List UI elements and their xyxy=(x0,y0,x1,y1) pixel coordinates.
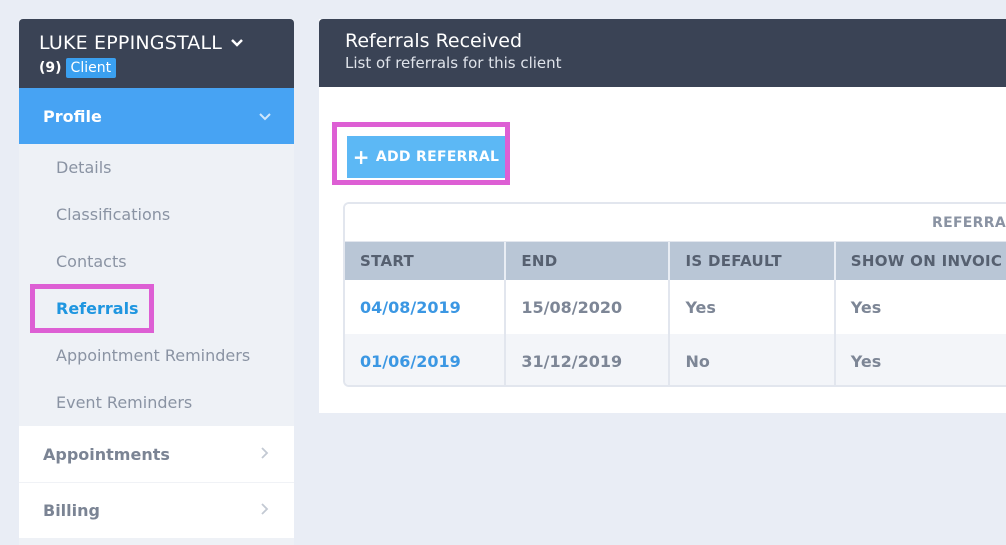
referral-start-link[interactable]: 04/08/2019 xyxy=(345,280,507,334)
referrals-panel: Referrals Received List of referrals for… xyxy=(319,19,1006,413)
referral-show-on-invoice: Yes xyxy=(834,280,1006,334)
sidebar-item-details[interactable]: Details xyxy=(19,144,294,191)
table-row: 01/06/2019 31/12/2019 No Yes xyxy=(345,334,1006,385)
client-name-dropdown[interactable]: LUKE EPPINGSTALL xyxy=(39,31,294,55)
plus-icon: + xyxy=(352,145,370,169)
chevron-right-icon xyxy=(260,445,270,464)
client-header: LUKE EPPINGSTALL (9) Client xyxy=(19,19,294,88)
referral-end: 15/08/2020 xyxy=(505,280,671,334)
add-referral-highlight: + ADD REFERRAL xyxy=(332,122,510,185)
add-referral-label: ADD REFERRAL xyxy=(375,149,500,165)
sidebar-item-label: Contacts xyxy=(56,252,127,271)
referral-start-link[interactable]: 01/06/2019 xyxy=(345,334,507,385)
chevron-down-icon[interactable] xyxy=(230,38,244,48)
referrals-table: REFERRAL START END IS DEFAULT SHOW ON IN… xyxy=(343,202,1006,387)
referral-is-default: Yes xyxy=(669,280,836,334)
column-header-is-default[interactable]: IS DEFAULT xyxy=(669,242,836,280)
sidebar-item-event-reminders[interactable]: Event Reminders xyxy=(19,379,294,426)
column-header-show-on-invoice[interactable]: SHOW ON INVOIC xyxy=(834,242,1006,280)
sidebar-item-label: Classifications xyxy=(56,205,171,224)
sidebar-item-referrals[interactable]: Referrals xyxy=(19,284,294,333)
sidebar-section-label: Appointments xyxy=(43,444,170,464)
sidebar: LUKE EPPINGSTALL (9) Client Profile Deta… xyxy=(19,19,294,545)
add-referral-button[interactable]: + ADD REFERRAL xyxy=(347,136,505,178)
column-header-start[interactable]: START xyxy=(345,242,507,280)
referral-show-on-invoice: Yes xyxy=(834,334,1006,385)
sidebar-section-label: Billing xyxy=(43,501,100,520)
client-count: (9) xyxy=(39,60,62,76)
chevron-right-icon xyxy=(260,501,270,520)
sidebar-item-label: Appointment Reminders xyxy=(56,346,251,365)
sidebar-item-label: Referrals xyxy=(30,284,154,333)
sidebar-section-label: Profile xyxy=(43,106,102,126)
sidebar-item-appointment-reminders[interactable]: Appointment Reminders xyxy=(19,332,294,379)
sidebar-item-classifications[interactable]: Classifications xyxy=(19,191,294,238)
sidebar-item-label: Details xyxy=(56,158,112,177)
sidebar-section-appointments[interactable]: Appointments xyxy=(19,426,294,482)
client-name: LUKE EPPINGSTALL xyxy=(39,32,223,54)
group-header-label: REFERRAL xyxy=(932,215,1006,231)
profile-submenu: Details Classifications Contacts Referra… xyxy=(19,144,294,426)
sidebar-section-profile[interactable]: Profile xyxy=(19,88,294,144)
column-header-end[interactable]: END xyxy=(505,242,671,280)
client-type-badge: Client xyxy=(65,58,117,78)
referral-end: 31/12/2019 xyxy=(505,334,671,385)
referral-is-default: No xyxy=(669,334,836,385)
sidebar-item-contacts[interactable]: Contacts xyxy=(19,238,294,285)
page-title: Referrals Received xyxy=(345,30,523,52)
table-group-header: REFERRAL xyxy=(345,204,1006,242)
page-subtitle: List of referrals for this client xyxy=(345,54,562,72)
sidebar-item-label: Event Reminders xyxy=(56,393,193,412)
table-row: 04/08/2019 15/08/2020 Yes Yes xyxy=(345,280,1006,334)
panel-header: Referrals Received List of referrals for… xyxy=(319,19,1006,87)
sidebar-section-billing[interactable]: Billing xyxy=(19,482,294,538)
chevron-down-icon xyxy=(258,107,272,126)
